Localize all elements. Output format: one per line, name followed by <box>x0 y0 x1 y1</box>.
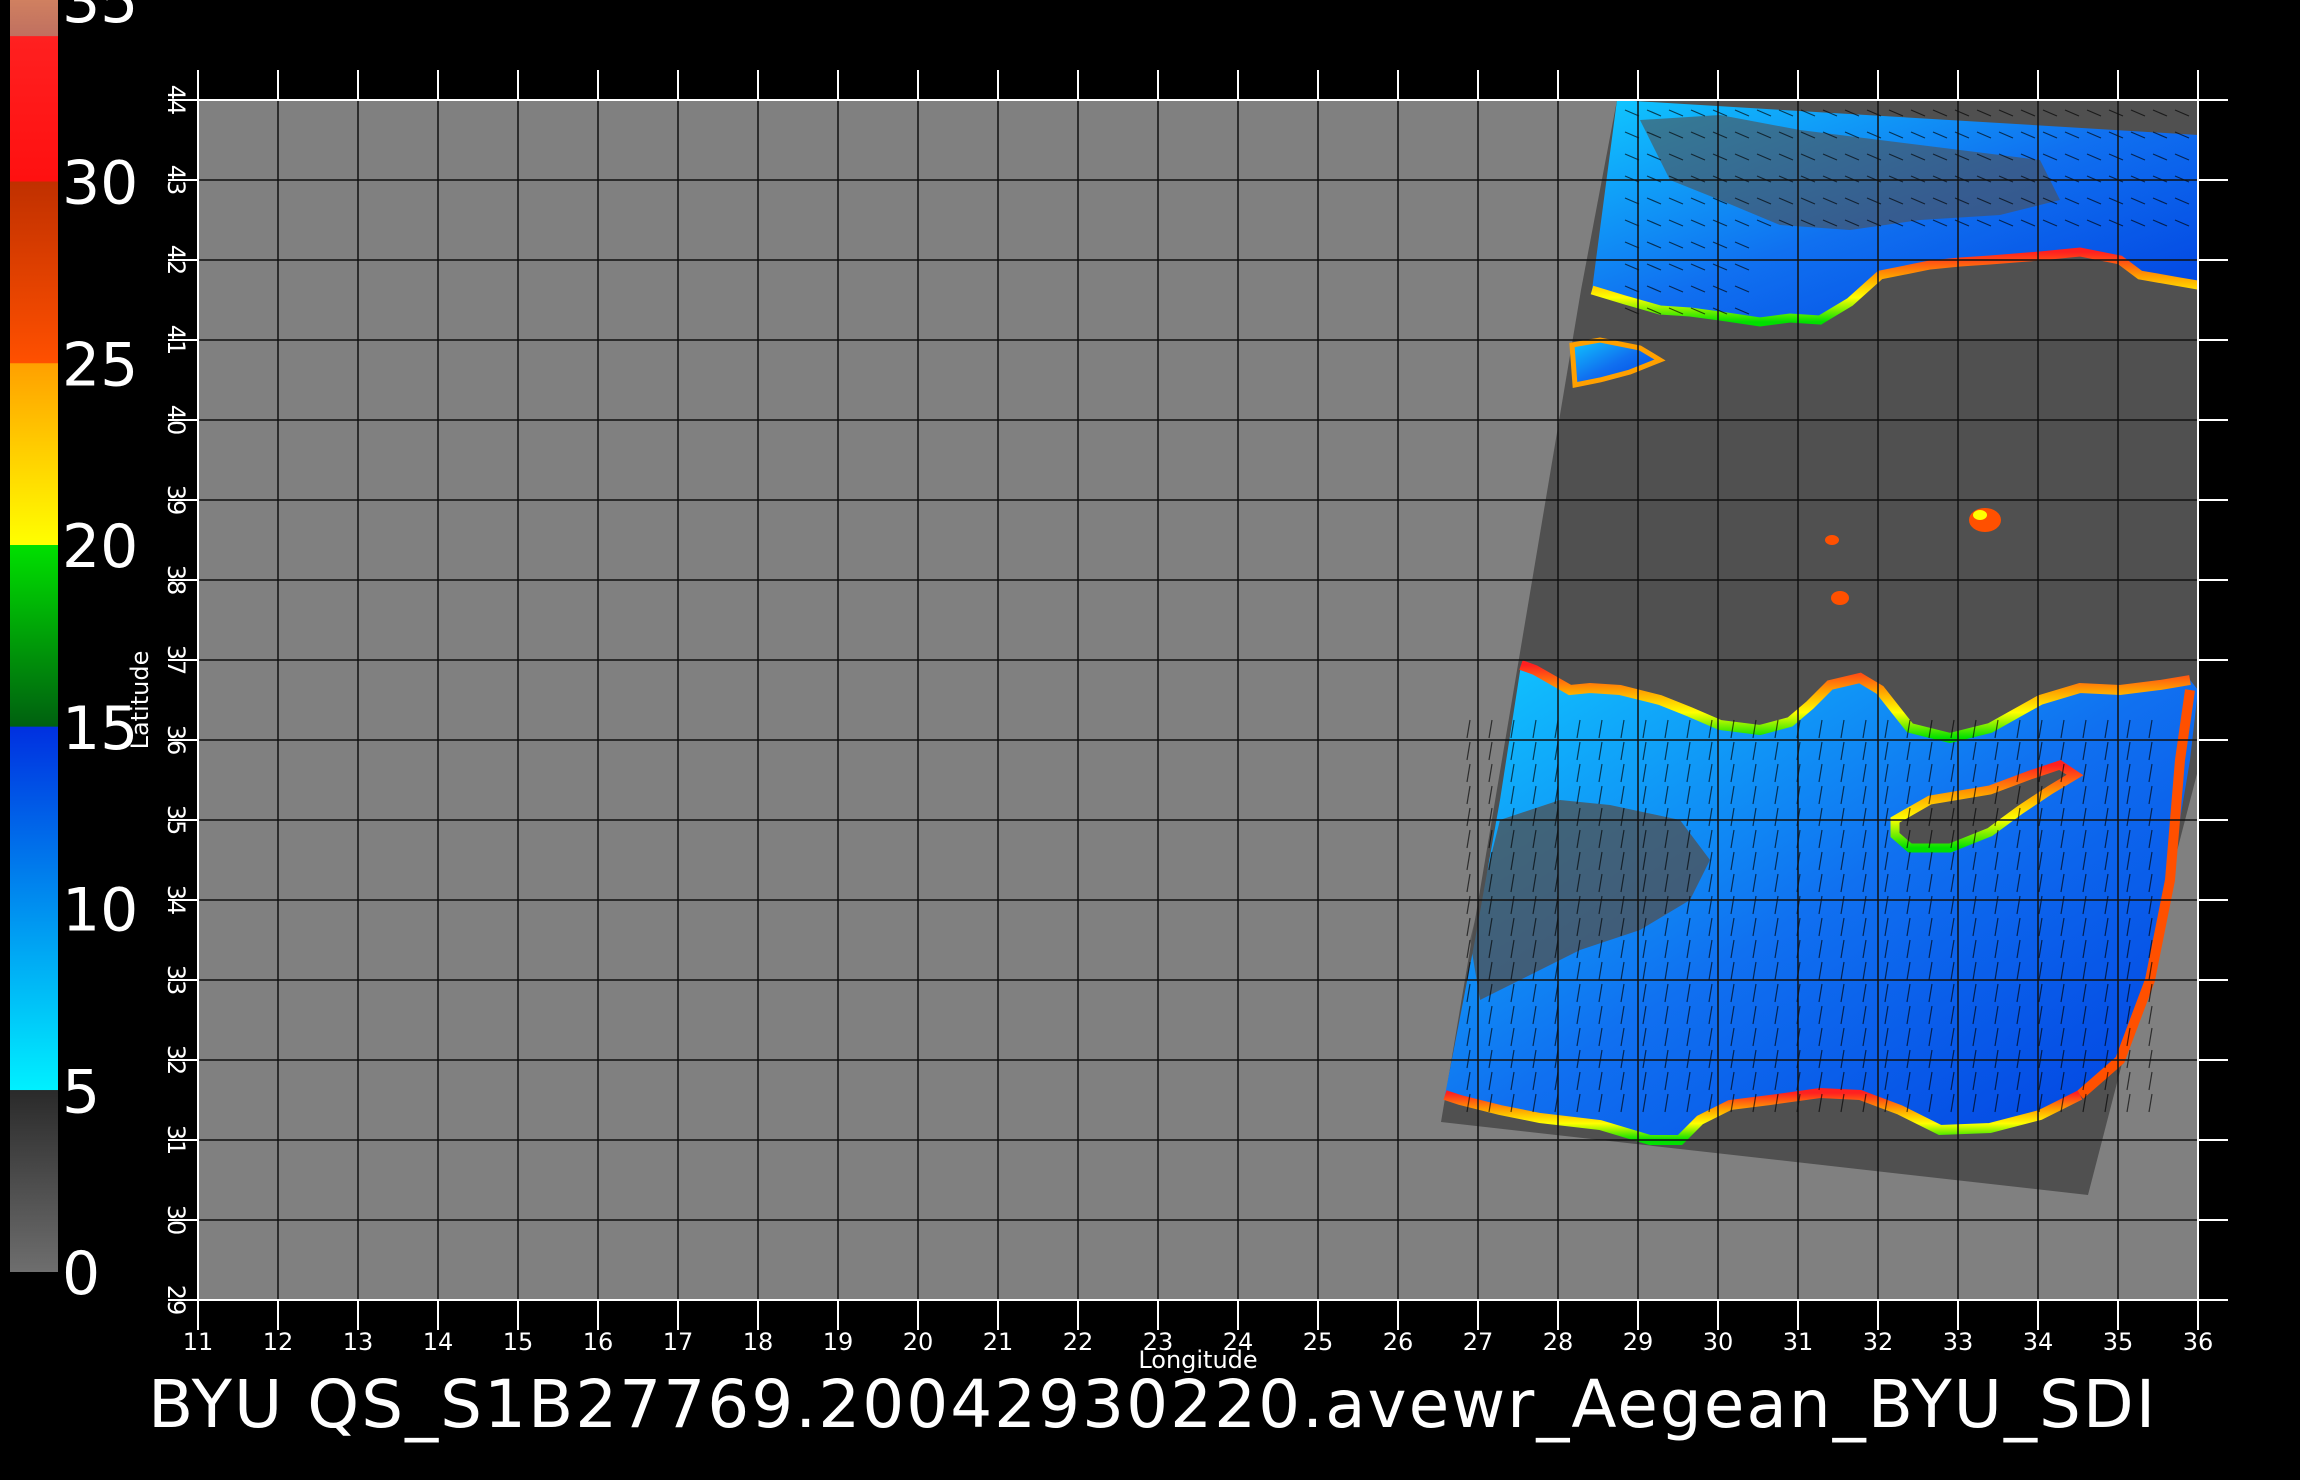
x-tick-label: 34 <box>2023 1328 2054 1356</box>
colorbar-label: 0 <box>62 1239 100 1309</box>
x-tick-label: 32 <box>1863 1328 1894 1356</box>
x-tick-label: 14 <box>423 1328 454 1356</box>
y-axis-title: Latitude <box>126 651 154 750</box>
x-tick-label: 27 <box>1463 1328 1494 1356</box>
y-tick-label: 32 <box>162 1045 190 1076</box>
y-tick-label: 30 <box>162 1205 190 1236</box>
y-tick-label: 29 <box>162 1285 190 1316</box>
x-tick-label: 22 <box>1063 1328 1094 1356</box>
x-tick-label: 28 <box>1543 1328 1574 1356</box>
colorbar-label: 20 <box>62 512 138 582</box>
x-tick-label: 11 <box>183 1328 214 1356</box>
y-tick-label: 40 <box>162 405 190 436</box>
x-tick-label: 29 <box>1623 1328 1654 1356</box>
x-tick-label: 15 <box>503 1328 534 1356</box>
x-tick-label: 35 <box>2103 1328 2134 1356</box>
colorbar-label: 25 <box>62 330 138 400</box>
colorbar-label: 35 <box>62 0 138 37</box>
y-tick-label: 31 <box>162 1125 190 1156</box>
image-caption: BYU QS_S1B27769.20042930220.avewr_Aegean… <box>148 1366 2158 1443</box>
y-tick-label: 39 <box>162 485 190 516</box>
wind-map: 05101520253035 11 12 13 14 15 16 17 18 19 20 21 22 2… <box>10 0 2228 1374</box>
x-tick-label: 21 <box>983 1328 1014 1356</box>
x-tick-label: 16 <box>583 1328 614 1356</box>
y-tick-label: 37 <box>162 645 190 676</box>
y-tick-label: 42 <box>162 245 190 276</box>
x-tick-label: 33 <box>1943 1328 1974 1356</box>
y-tick-label: 33 <box>162 965 190 996</box>
y-tick-label: 44 <box>162 85 190 116</box>
y-tick-label: 38 <box>162 565 190 596</box>
x-tick-label: 36 <box>2183 1328 2214 1356</box>
x-tick-label: 26 <box>1383 1328 1414 1356</box>
x-tick-label: 31 <box>1783 1328 1814 1356</box>
y-tick-labels: 29 30 31 32 33 34 35 36 37 38 39 40 41 42 43 44 <box>162 85 190 1316</box>
x-tick-label: 19 <box>823 1328 854 1356</box>
colorbar-label: 5 <box>62 1057 100 1127</box>
y-tick-label: 41 <box>162 325 190 356</box>
y-tick-label: 35 <box>162 805 190 836</box>
x-tick-label: 20 <box>903 1328 934 1356</box>
colorbar <box>10 0 58 1272</box>
x-tick-label: 30 <box>1703 1328 1734 1356</box>
x-tick-label: 18 <box>743 1328 774 1356</box>
x-tick-label: 25 <box>1303 1328 1334 1356</box>
x-tick-label: 12 <box>263 1328 294 1356</box>
y-tick-label: 36 <box>162 725 190 756</box>
x-tick-label: 13 <box>343 1328 374 1356</box>
colorbar-label: 10 <box>62 876 138 946</box>
colorbar-label: 30 <box>62 149 138 219</box>
colorbar-gradient <box>10 0 58 1272</box>
x-tick-label: 17 <box>663 1328 694 1356</box>
y-tick-label: 43 <box>162 165 190 196</box>
y-tick-label: 34 <box>162 885 190 916</box>
